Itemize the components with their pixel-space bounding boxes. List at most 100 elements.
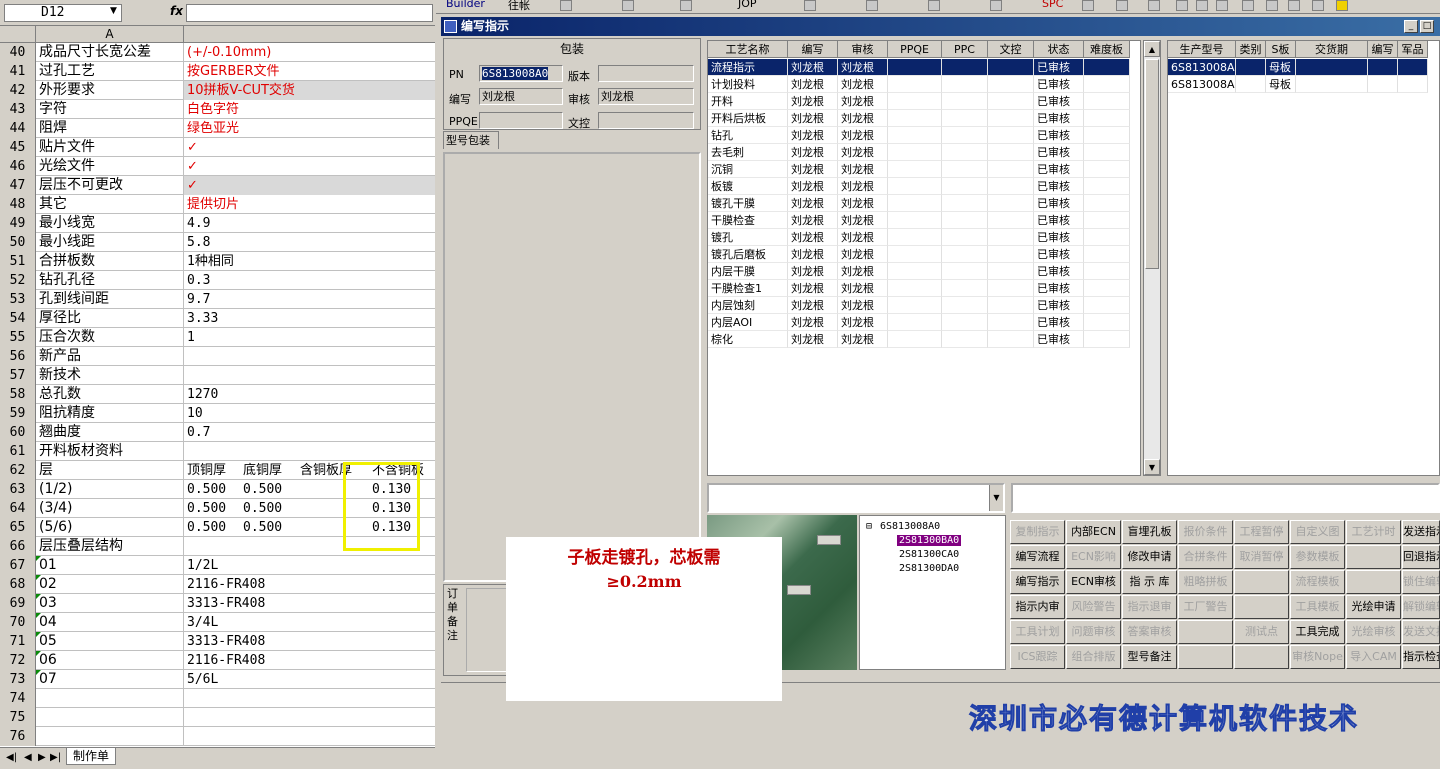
action-button[interactable] xyxy=(1234,645,1289,669)
column-header[interactable]: 交货期 xyxy=(1296,41,1368,58)
cell-b[interactable] xyxy=(184,442,435,461)
column-header[interactable]: 工艺名称 xyxy=(708,41,788,58)
cell-a[interactable]: 孔到线间距 xyxy=(36,290,184,309)
row-number[interactable]: 64 xyxy=(0,499,36,518)
cell-b[interactable]: ✓ xyxy=(184,157,435,176)
cell-a[interactable]: 贴片文件 xyxy=(36,138,184,157)
cell-b[interactable]: (+/-0.10mm) xyxy=(184,43,435,62)
action-button[interactable]: 型号备注 xyxy=(1122,645,1177,669)
filter-combo[interactable]: ▼ xyxy=(707,483,1005,513)
action-button[interactable]: 答案审核 xyxy=(1122,620,1177,644)
row-number[interactable]: 53 xyxy=(0,290,36,309)
row-number[interactable]: 46 xyxy=(0,157,36,176)
action-button[interactable]: 流程模板 xyxy=(1290,570,1345,594)
action-button[interactable]: ECN影响 xyxy=(1066,545,1121,569)
cell-a[interactable]: 最小线宽 xyxy=(36,214,184,233)
action-button[interactable]: 内部ECN xyxy=(1066,520,1121,544)
toolbar-icon-8[interactable] xyxy=(1082,0,1094,11)
row-number[interactable]: 45 xyxy=(0,138,36,157)
toolbar-icon-5[interactable] xyxy=(866,0,878,11)
row-number[interactable]: 54 xyxy=(0,309,36,328)
action-button[interactable]: 工艺计时 xyxy=(1346,520,1401,544)
toolbar-icon-15[interactable] xyxy=(1266,0,1278,11)
action-button[interactable]: 修改申请 xyxy=(1122,545,1177,569)
row-number[interactable]: 41 xyxy=(0,62,36,81)
tree-child[interactable]: 2S81300CA0 xyxy=(899,549,959,560)
row-number[interactable]: 57 xyxy=(0,366,36,385)
toolbar-icon-14[interactable] xyxy=(1242,0,1254,11)
row-number[interactable]: 69 xyxy=(0,594,36,613)
maximize-button[interactable]: □ xyxy=(1420,20,1434,33)
formula-input[interactable] xyxy=(186,4,433,22)
cell-b[interactable]: 提供切片 xyxy=(184,195,435,214)
toolbar-icon-9[interactable] xyxy=(1116,0,1128,11)
row-number[interactable]: 68 xyxy=(0,575,36,594)
cell-a[interactable]: 翘曲度 xyxy=(36,423,184,442)
cell-b[interactable]: 3.33 xyxy=(184,309,435,328)
toolbar-icon-7[interactable] xyxy=(990,0,1002,11)
row-number[interactable]: 52 xyxy=(0,271,36,290)
action-button[interactable]: 工厂警告 xyxy=(1178,595,1233,619)
action-button[interactable]: 参数模板 xyxy=(1290,545,1345,569)
cell-b[interactable]: 白色字符 xyxy=(184,100,435,119)
cell-a[interactable]: 01 xyxy=(36,556,184,575)
cell-b[interactable]: 1种相同 xyxy=(184,252,435,271)
action-button[interactable]: 光绘申请 xyxy=(1346,595,1401,619)
action-button[interactable]: 编写流程 xyxy=(1010,545,1065,569)
tree-collapse-icon[interactable]: ⊟ xyxy=(866,521,872,532)
action-button[interactable] xyxy=(1346,570,1401,594)
cell-a[interactable]: (3/4) xyxy=(36,499,184,518)
cell-b[interactable]: 2116-FR408 xyxy=(184,651,435,670)
cell-b[interactable]: 1270 xyxy=(184,385,435,404)
action-button[interactable]: 合拼条件 xyxy=(1178,545,1233,569)
cell-b[interactable]: 1 xyxy=(184,328,435,347)
last-sheet-icon[interactable]: ▶| xyxy=(50,752,61,763)
row-number[interactable]: 40 xyxy=(0,43,36,62)
cell-a[interactable]: 07 xyxy=(36,670,184,689)
cell-a[interactable]: 04 xyxy=(36,613,184,632)
action-button[interactable]: 审核Nope xyxy=(1290,645,1345,669)
action-button[interactable]: 自定义图 xyxy=(1290,520,1345,544)
action-button[interactable]: 导入CAM xyxy=(1346,645,1401,669)
row-number[interactable]: 61 xyxy=(0,442,36,461)
wenkong-field[interactable] xyxy=(598,112,694,129)
tree-child[interactable]: 2S81300BA0 xyxy=(897,535,962,546)
action-button[interactable]: 报价条件 xyxy=(1178,520,1233,544)
cell-b[interactable]: 10 xyxy=(184,404,435,423)
cell-b[interactable] xyxy=(184,689,435,708)
action-button[interactable] xyxy=(1234,570,1289,594)
cell-b[interactable]: 10拼板V-CUT交货 xyxy=(184,81,435,100)
row-number[interactable]: 56 xyxy=(0,347,36,366)
row-number[interactable]: 71 xyxy=(0,632,36,651)
reviewer-field[interactable]: 刘龙根 xyxy=(598,88,694,105)
column-header[interactable]: 状态 xyxy=(1034,41,1084,58)
cell-b[interactable] xyxy=(184,727,435,746)
row-number[interactable]: 51 xyxy=(0,252,36,271)
select-all-corner[interactable] xyxy=(0,26,36,43)
row-number[interactable]: 43 xyxy=(0,100,36,119)
row-number[interactable]: 59 xyxy=(0,404,36,423)
cell-a[interactable]: (1/2) xyxy=(36,480,184,499)
action-button[interactable]: 工程暂停 xyxy=(1234,520,1289,544)
row-number[interactable]: 66 xyxy=(0,537,36,556)
cell-b[interactable]: 5.8 xyxy=(184,233,435,252)
process-row[interactable]: 内层干膜 刘龙根 刘龙根 已审核 xyxy=(708,263,1130,280)
cell-a[interactable]: 新技术 xyxy=(36,366,184,385)
action-button[interactable]: 盲埋孔板 xyxy=(1122,520,1177,544)
process-row[interactable]: 去毛刺 刘龙根 刘龙根 已审核 xyxy=(708,144,1130,161)
cell-a[interactable]: 钻孔孔径 xyxy=(36,271,184,290)
toolbar-spc[interactable]: SPC xyxy=(1042,0,1063,13)
row-number[interactable]: 55 xyxy=(0,328,36,347)
cell-b[interactable]: 4.9 xyxy=(184,214,435,233)
cell-b[interactable]: 3/4L xyxy=(184,613,435,632)
cell-a[interactable]: 05 xyxy=(36,632,184,651)
next-sheet-icon[interactable]: ▶ xyxy=(38,752,46,763)
cell-b[interactable]: 绿色亚光 xyxy=(184,119,435,138)
cell-a[interactable]: 新产品 xyxy=(36,347,184,366)
model-row[interactable]: 6S813008A0 母板 xyxy=(1168,76,1428,93)
scroll-up-icon[interactable]: ▲ xyxy=(1144,41,1160,57)
row-number[interactable]: 72 xyxy=(0,651,36,670)
cell-a[interactable]: 开料板材资料 xyxy=(36,442,184,461)
cell-a[interactable]: 06 xyxy=(36,651,184,670)
column-header[interactable]: PPC xyxy=(942,41,988,58)
